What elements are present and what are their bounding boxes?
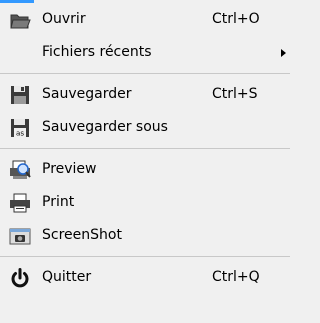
menu-item-screenshot[interactable]: ScreenShot: [0, 219, 290, 252]
power-icon: [9, 268, 31, 288]
menu-item-recent-files[interactable]: Fichiers récents: [0, 36, 290, 69]
svg-text:as: as: [16, 130, 24, 138]
submenu-arrow-icon: [281, 49, 286, 57]
menu-item-label: Preview: [42, 161, 97, 177]
floppy-disk-as-icon: as: [9, 118, 31, 138]
menu-item-print[interactable]: Print: [0, 186, 290, 219]
menu-item-label: Print: [42, 194, 75, 210]
folder-open-icon: [9, 10, 31, 30]
menu-separator: [0, 69, 290, 78]
menu-item-label: Sauvegarder sous: [42, 119, 168, 135]
menu-item-shortcut: Ctrl+O: [212, 11, 260, 27]
print-preview-icon: [9, 160, 31, 180]
camera-icon: [9, 226, 31, 246]
menu-item-preview[interactable]: Preview: [0, 153, 290, 186]
menu-item-label: Sauvegarder: [42, 86, 132, 102]
menu-item-save-as[interactable]: as Sauvegarder sous: [0, 111, 290, 144]
menu-item-save[interactable]: Sauvegarder Ctrl+S: [0, 78, 290, 111]
file-menu: Ouvrir Ctrl+O Fichiers récents Sauvegard…: [0, 3, 290, 294]
floppy-disk-icon: [9, 85, 31, 105]
menu-item-open[interactable]: Ouvrir Ctrl+O: [0, 3, 290, 36]
menu-item-label: Fichiers récents: [42, 44, 152, 60]
menu-separator: [0, 252, 290, 261]
menu-item-label: Quitter: [42, 269, 92, 285]
printer-icon: [9, 193, 31, 213]
menu-item-label: ScreenShot: [42, 227, 122, 243]
menu-item-shortcut: Ctrl+S: [212, 86, 258, 102]
menu-separator: [0, 144, 290, 153]
menu-item-shortcut: Ctrl+Q: [212, 269, 260, 285]
menu-item-quit[interactable]: Quitter Ctrl+Q: [0, 261, 290, 294]
menu-item-label: Ouvrir: [42, 11, 86, 27]
